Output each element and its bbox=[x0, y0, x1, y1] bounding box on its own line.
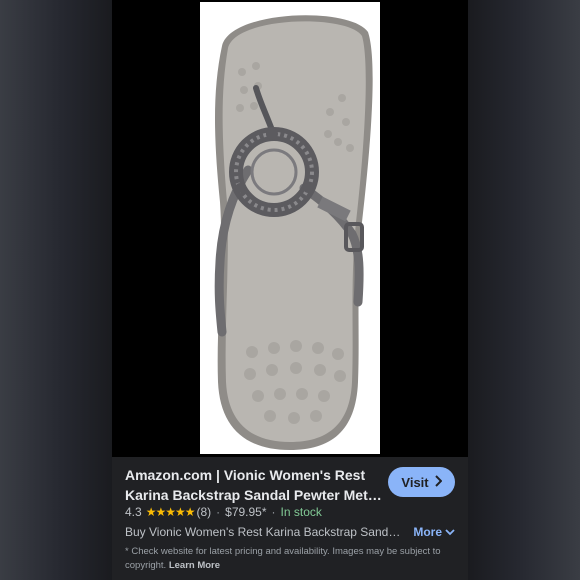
chevron-right-icon bbox=[434, 474, 443, 490]
star-rating-icon: ★★★★★ bbox=[145, 505, 196, 519]
chevron-down-icon bbox=[445, 525, 455, 539]
result-title-line2[interactable]: Karina Backstrap Sandal Pewter Metal... bbox=[125, 485, 387, 505]
sandal-illustration bbox=[214, 15, 373, 451]
description-row: Buy Vionic Women's Rest Karina Backstrap… bbox=[125, 525, 455, 539]
disclaimer: * Check website for latest pricing and a… bbox=[125, 545, 457, 573]
separator-dot: · bbox=[271, 505, 276, 519]
rating-price-row: 4.3 ★★★★★ (8) · $79.95* · In stock bbox=[125, 505, 322, 519]
image-result-card: Amazon.com | Vionic Women's Rest Karina … bbox=[112, 0, 468, 580]
result-info-panel: Amazon.com | Vionic Women's Rest Karina … bbox=[112, 457, 468, 580]
more-button[interactable]: More bbox=[413, 525, 455, 539]
blurred-background-right bbox=[468, 0, 580, 580]
price: $79.95* bbox=[225, 505, 267, 519]
visit-button-label: Visit bbox=[401, 474, 429, 490]
blurred-background-left bbox=[0, 0, 112, 580]
result-title-line1[interactable]: Amazon.com | Vionic Women's Rest bbox=[125, 465, 387, 485]
visit-button[interactable]: Visit bbox=[388, 467, 455, 497]
more-label: More bbox=[413, 525, 442, 539]
learn-more-link[interactable]: Learn More bbox=[169, 560, 220, 571]
result-description: Buy Vionic Women's Rest Karina Backstrap… bbox=[125, 525, 405, 539]
stock-status: In stock bbox=[280, 505, 322, 519]
result-title[interactable]: Amazon.com | Vionic Women's Rest Karina … bbox=[125, 465, 387, 505]
separator-dot: · bbox=[216, 505, 221, 519]
rating-value: 4.3 bbox=[125, 505, 142, 519]
review-count: (8) bbox=[196, 505, 212, 519]
product-image[interactable] bbox=[200, 2, 380, 454]
